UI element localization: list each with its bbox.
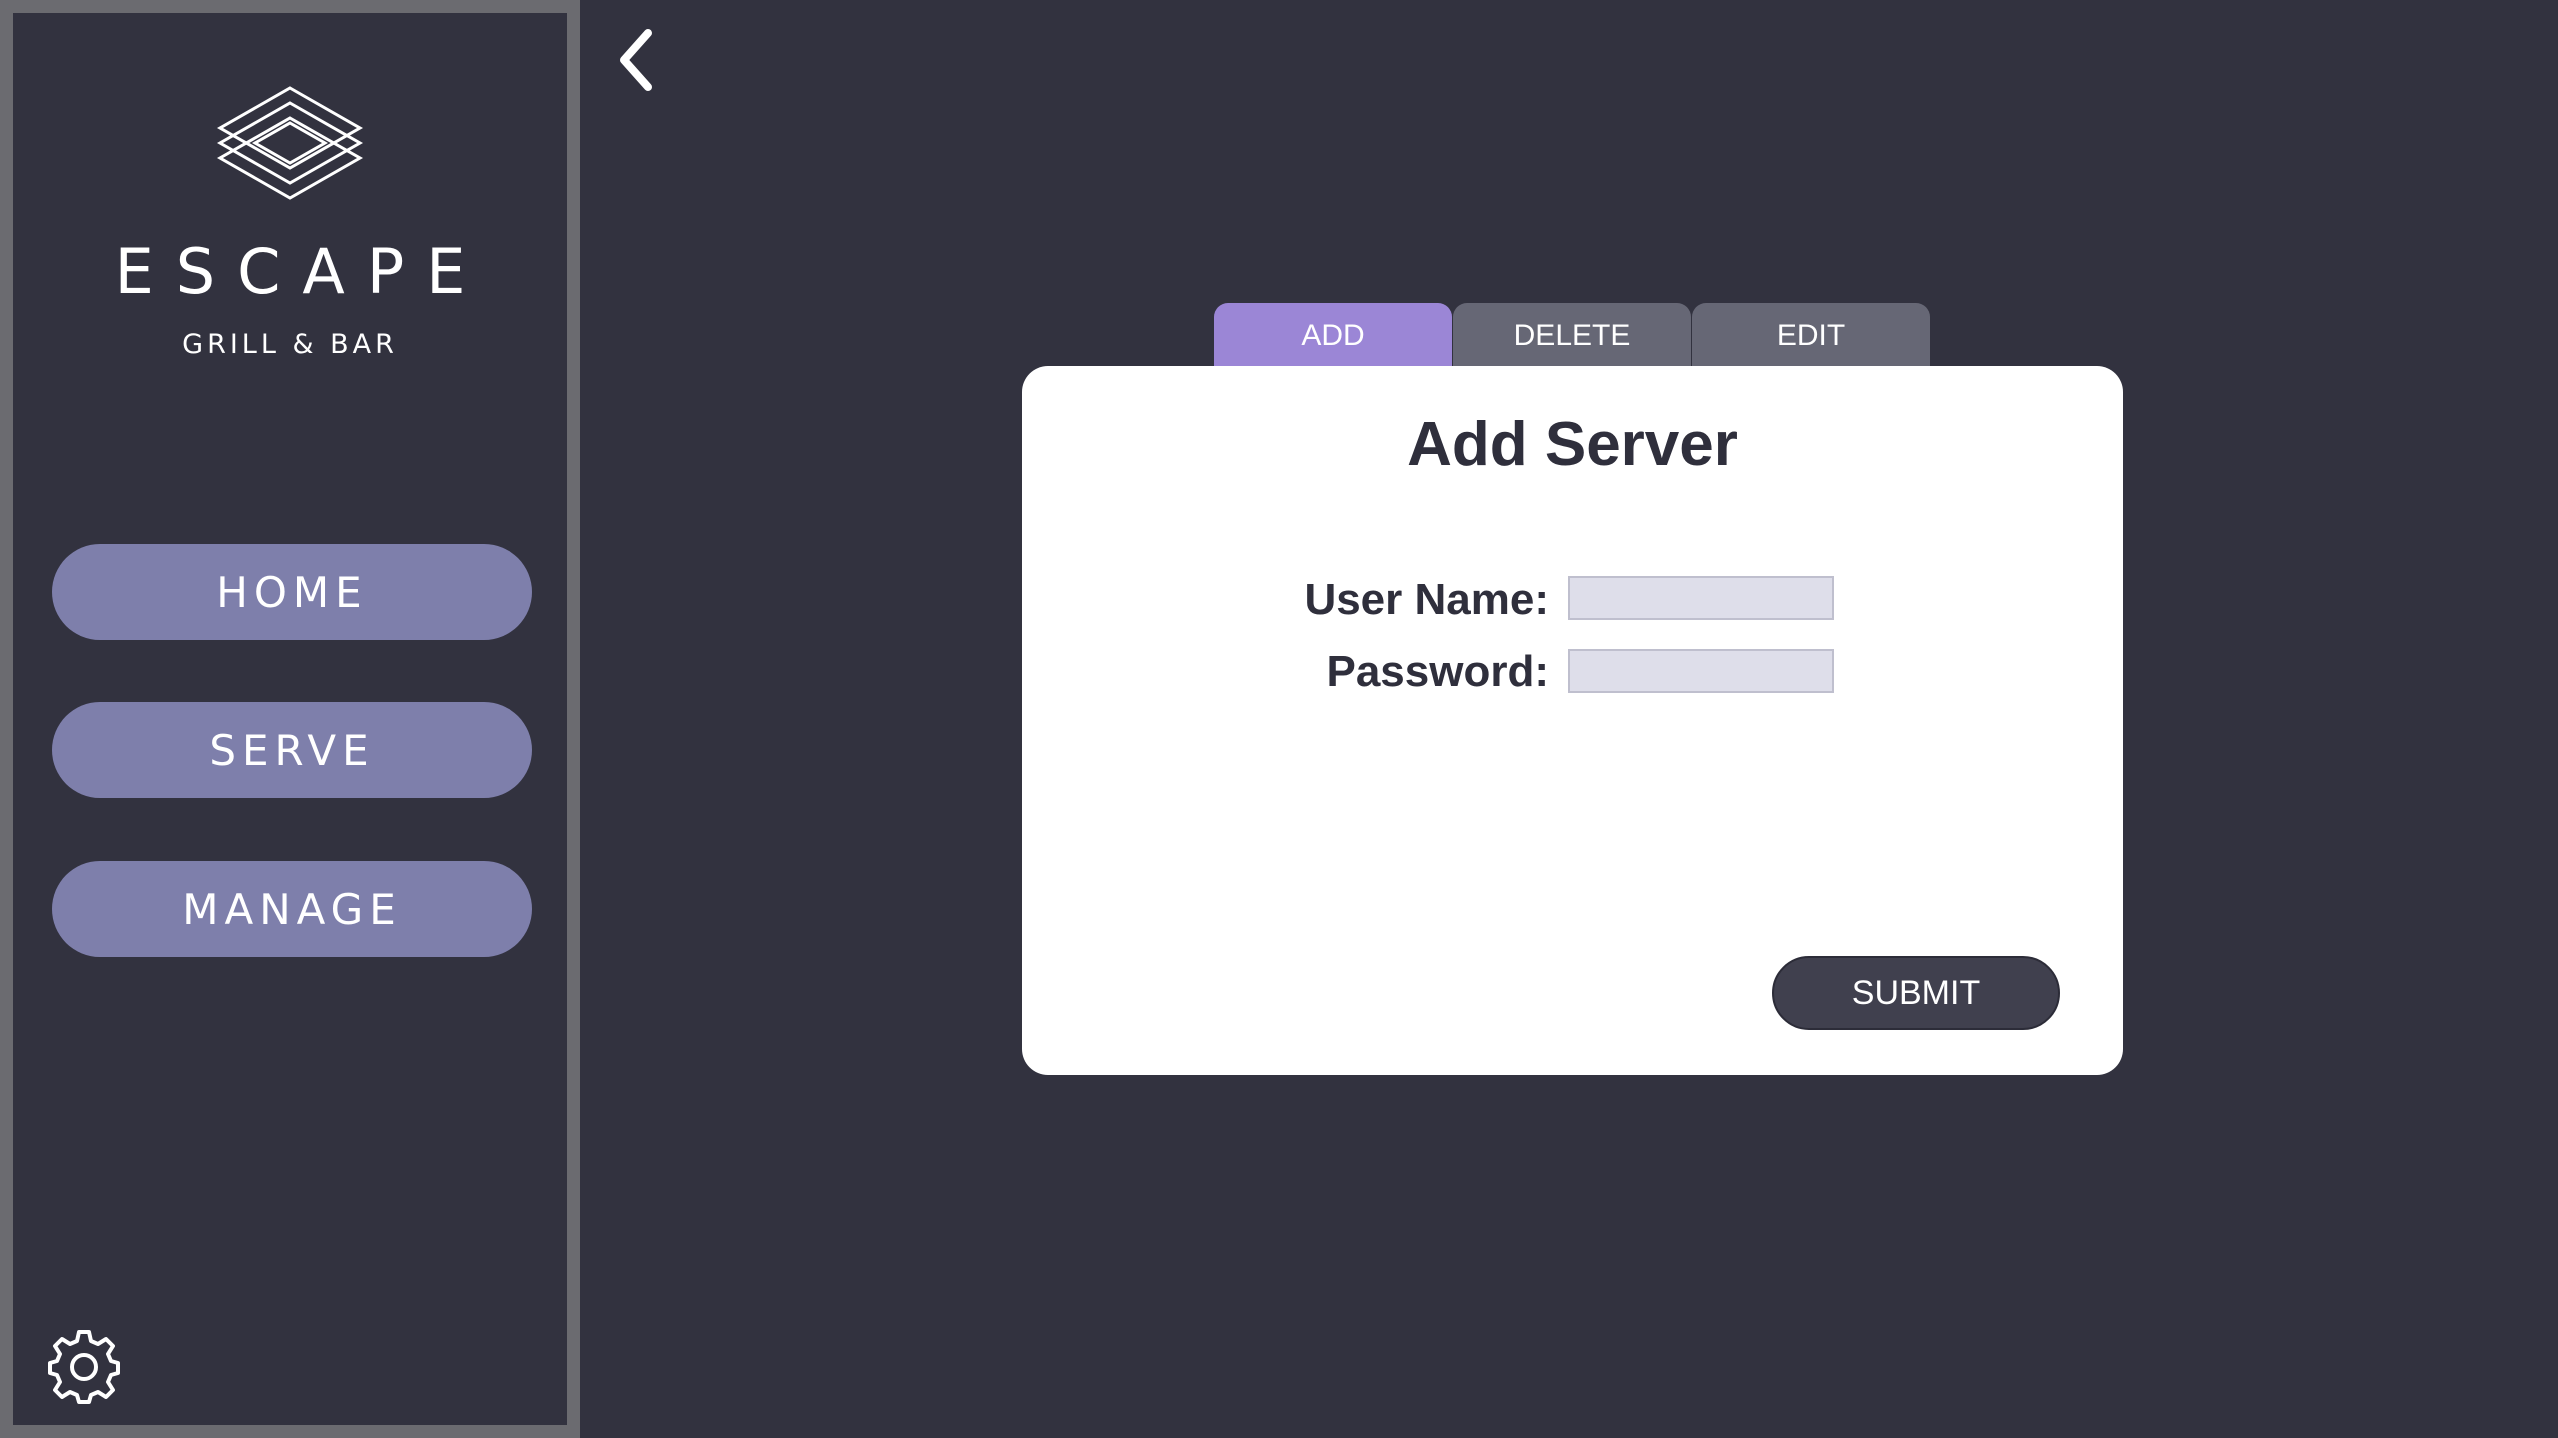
app-root: ESCAPE GRILL & BAR HOME SERVE MANAGE ADD… xyxy=(0,0,2558,1438)
username-field[interactable] xyxy=(1568,576,1834,620)
brand-logo: ESCAPE GRILL & BAR xyxy=(13,83,567,358)
password-label: Password: xyxy=(1326,647,1549,696)
add-server-card: Add Server User Name: Password: SUBMIT xyxy=(1022,366,2123,1075)
tab-add[interactable]: ADD xyxy=(1214,303,1452,369)
sidebar-item-manage[interactable]: MANAGE xyxy=(52,861,532,957)
brand-name: ESCAPE xyxy=(114,235,488,308)
submit-button[interactable]: SUBMIT xyxy=(1772,956,2060,1030)
form-title: Add Server xyxy=(1407,410,1738,479)
username-label: User Name: xyxy=(1304,575,1549,624)
sidebar: ESCAPE GRILL & BAR HOME SERVE MANAGE xyxy=(0,0,580,1438)
tab-delete[interactable]: DELETE xyxy=(1453,303,1691,369)
sidebar-item-home[interactable]: HOME xyxy=(52,544,532,640)
layers-logo-icon xyxy=(216,86,364,200)
brand-subtitle: GRILL & BAR xyxy=(182,329,398,360)
sidebar-item-serve[interactable]: SERVE xyxy=(52,702,532,798)
gear-icon[interactable] xyxy=(46,1328,122,1404)
chevron-left-icon[interactable] xyxy=(612,25,662,95)
tab-edit[interactable]: EDIT xyxy=(1692,303,1930,369)
password-field[interactable] xyxy=(1568,649,1834,693)
